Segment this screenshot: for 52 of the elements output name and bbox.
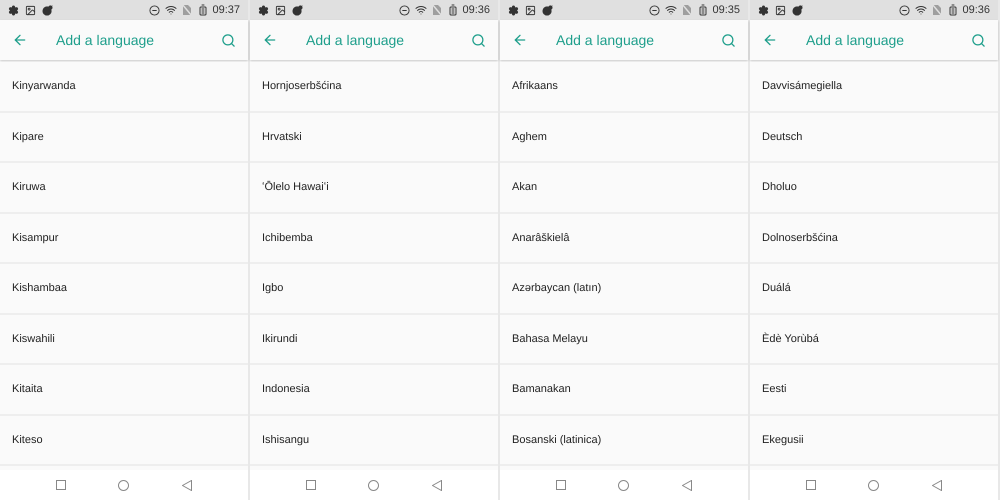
back-icon[interactable] (432, 480, 442, 490)
do-not-disturb-icon (899, 4, 910, 16)
back-icon[interactable] (682, 480, 692, 490)
no-sim-icon (182, 4, 192, 16)
search-button[interactable] (721, 32, 736, 48)
recents-icon[interactable] (306, 480, 316, 490)
no-sim-icon (682, 4, 692, 16)
status-time: 09:37 (212, 2, 240, 18)
search-button[interactable] (471, 32, 486, 48)
settings-icon (8, 4, 19, 16)
search-button[interactable] (221, 32, 236, 48)
status-time: 09:36 (962, 2, 990, 18)
battery-icon (447, 4, 460, 16)
back-button[interactable] (12, 32, 28, 48)
back-button[interactable] (762, 32, 778, 48)
image-icon (525, 4, 536, 16)
battery-icon (197, 4, 210, 16)
no-sim-icon (932, 4, 942, 16)
bomb-icon (542, 4, 553, 16)
home-icon[interactable] (368, 480, 380, 490)
battery-icon (697, 4, 710, 16)
status-time: 09:36 (462, 2, 490, 18)
settings-icon (758, 4, 769, 16)
do-not-disturb-icon (649, 4, 660, 16)
app-bar-title: Add a language (306, 30, 406, 50)
no-sim-icon (432, 4, 442, 16)
search-button[interactable] (971, 32, 986, 48)
do-not-disturb-icon (149, 4, 160, 16)
recents-icon[interactable] (806, 480, 816, 490)
app-bar-title: Add a language (806, 30, 906, 50)
recents-icon[interactable] (56, 480, 66, 490)
app-bar-title: Add a language (556, 30, 656, 50)
image-icon (775, 4, 786, 16)
home-icon[interactable] (118, 480, 130, 490)
back-button[interactable] (512, 32, 528, 48)
status-time: 09:35 (712, 2, 740, 18)
back-icon[interactable] (182, 480, 192, 490)
back-button[interactable] (262, 32, 278, 48)
settings-icon (508, 4, 519, 16)
back-icon[interactable] (932, 480, 942, 490)
image-icon (275, 4, 286, 16)
home-icon[interactable] (868, 480, 880, 490)
app-bar-title: Add a language (56, 30, 156, 50)
bomb-icon (42, 4, 53, 16)
settings-icon (258, 4, 269, 16)
bomb-icon (292, 4, 303, 16)
home-icon[interactable] (618, 480, 630, 490)
recents-icon[interactable] (556, 480, 566, 490)
image-icon (25, 4, 36, 16)
do-not-disturb-icon (399, 4, 410, 16)
bomb-icon (792, 4, 803, 16)
battery-icon (947, 4, 960, 16)
